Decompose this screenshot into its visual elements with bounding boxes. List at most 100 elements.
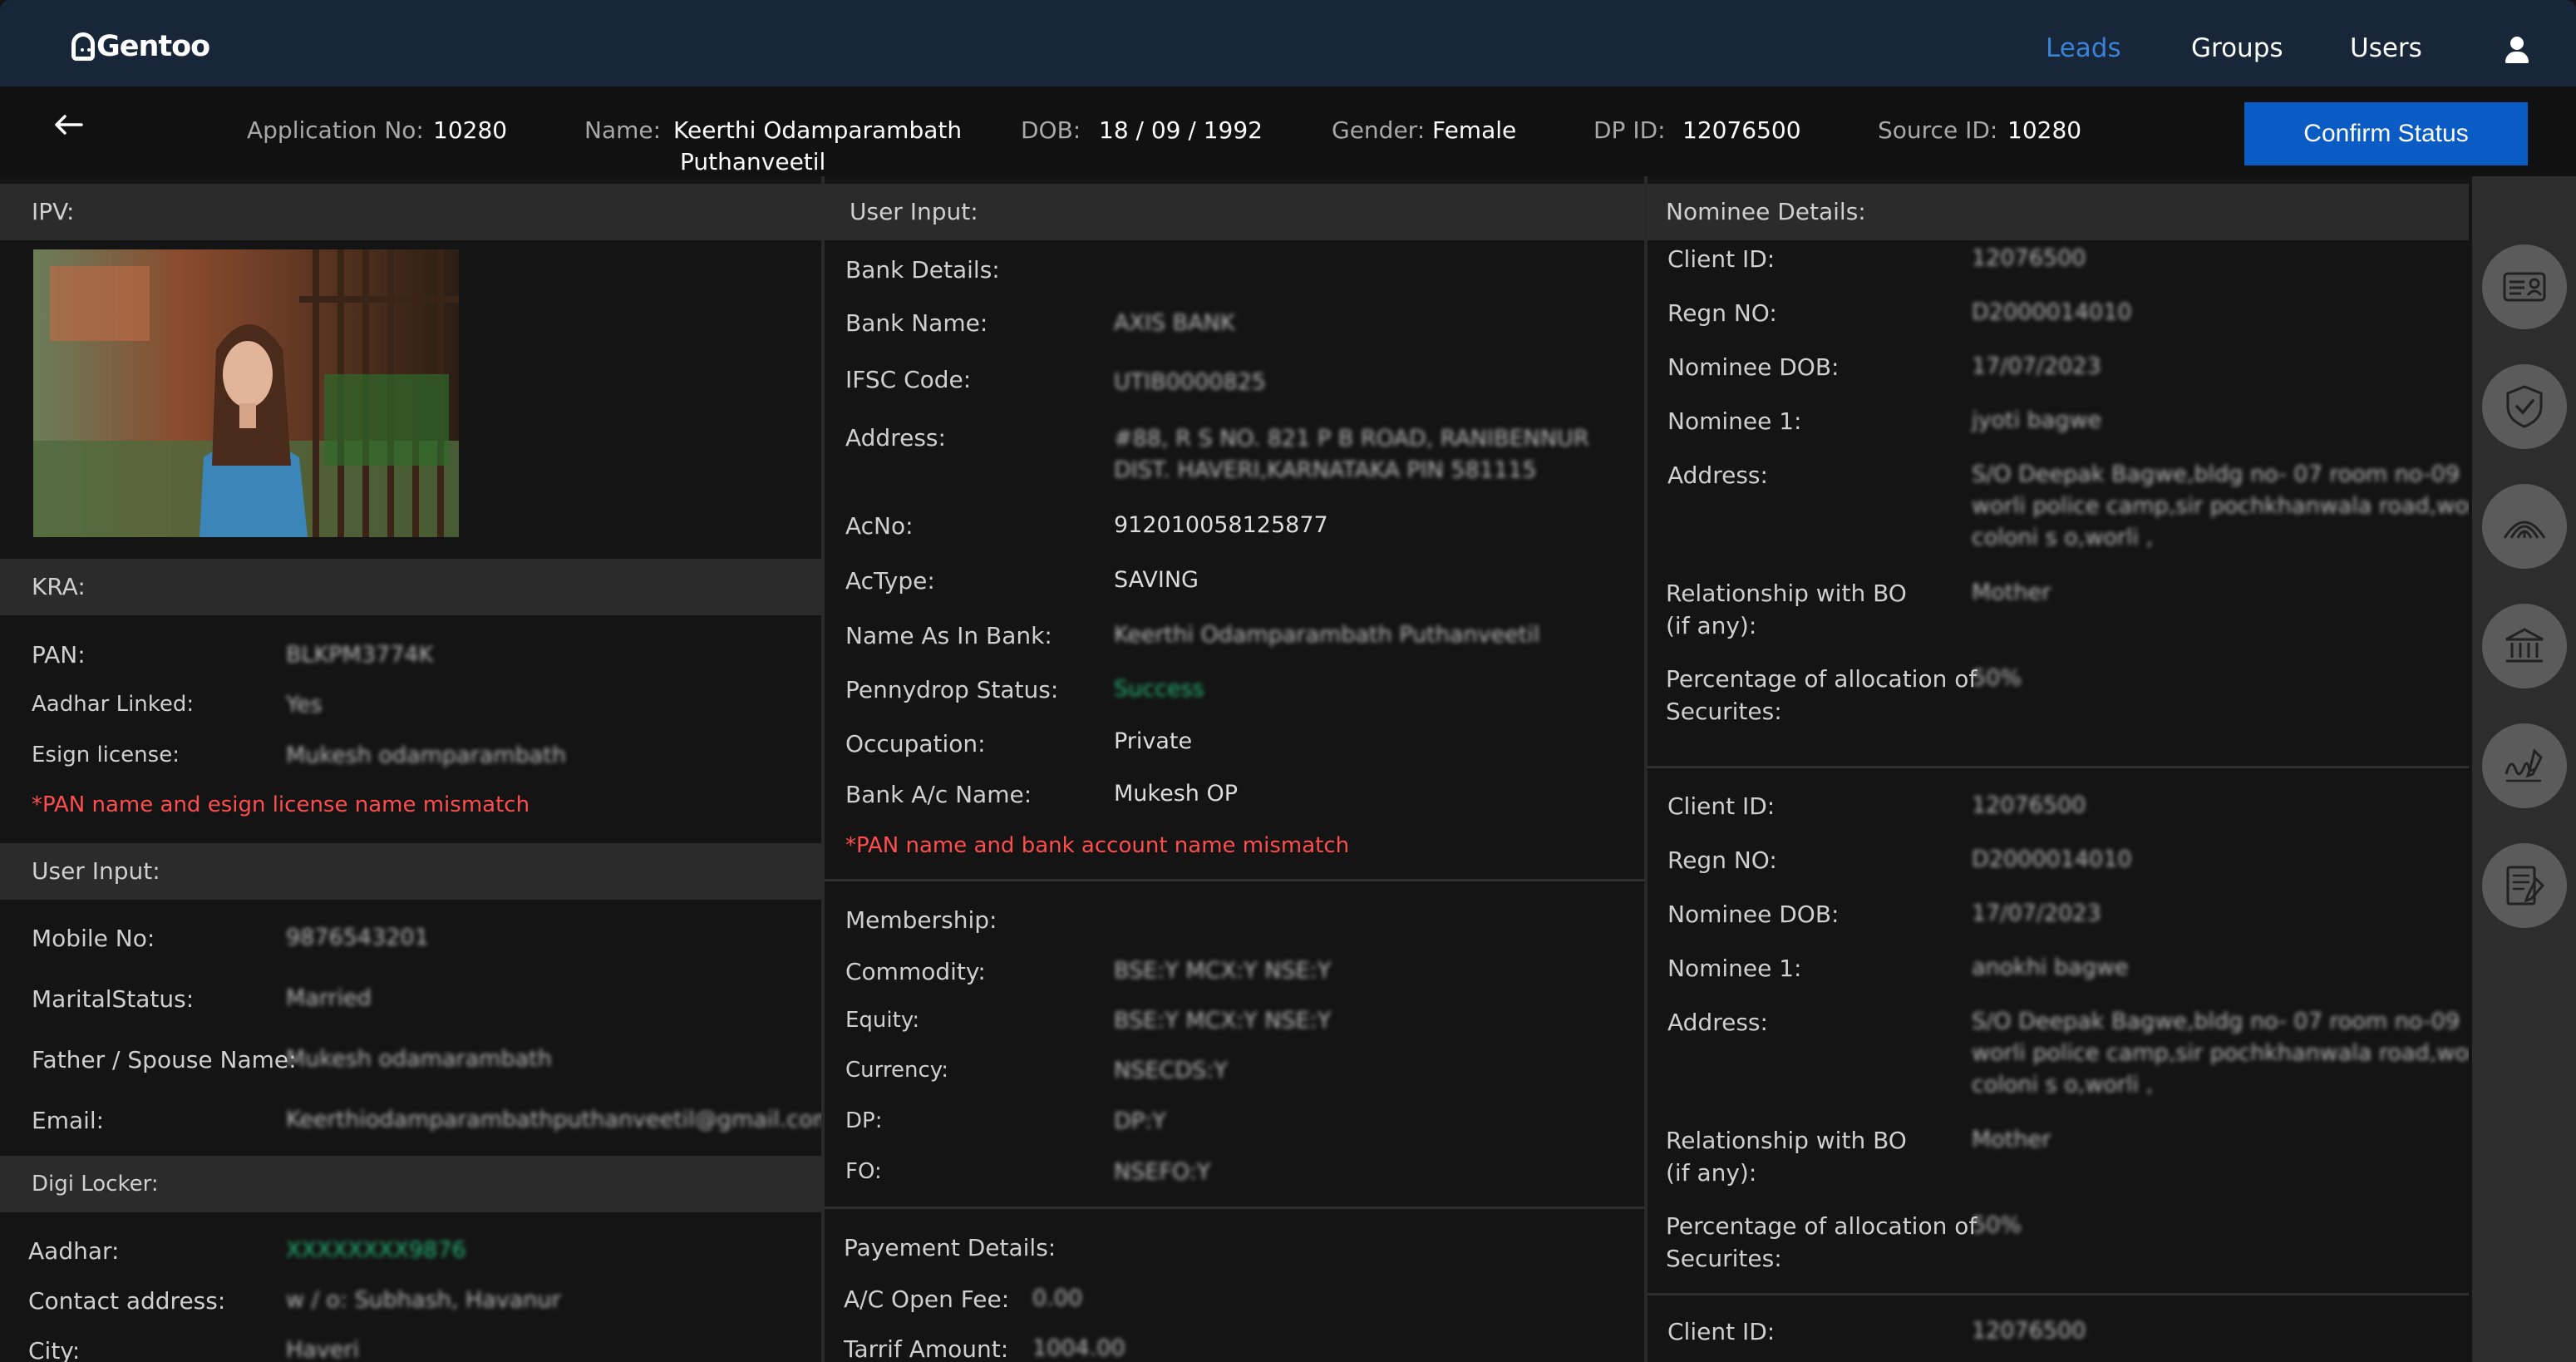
acno-value: 912010058125877 bbox=[1114, 512, 1328, 538]
gender-label: Gender: bbox=[1332, 116, 1426, 144]
rail-bank-button[interactable] bbox=[2482, 604, 2567, 688]
city-label: City: bbox=[28, 1337, 81, 1362]
ipv-section-title: IPV: bbox=[0, 184, 821, 240]
nominee3-client-id-value: 12076500 bbox=[1972, 1318, 2086, 1344]
bank-address-value-line2: DIST. HAVERI,KARNATAKA PIN 581115 bbox=[1114, 457, 1537, 483]
nominee1-name-label: Nominee 1: bbox=[1667, 407, 1802, 435]
nominee1-regn-label: Regn NO: bbox=[1667, 299, 1777, 327]
pennydrop-label: Pennydrop Status: bbox=[845, 676, 1059, 703]
father-spouse-value: Mukesh odamarambath bbox=[286, 1046, 552, 1072]
contact-address-value: w / o: Subhash, Havanur bbox=[286, 1287, 561, 1313]
nominee1-address-line3: coloni s o,worli , bbox=[1972, 525, 2154, 550]
membership-title: Membership: bbox=[845, 906, 997, 934]
id-card-icon bbox=[2503, 272, 2546, 302]
signature-icon bbox=[2505, 748, 2543, 782]
nominee1-dob-value: 17/07/2023 bbox=[1972, 353, 2101, 379]
back-arrow-icon[interactable] bbox=[52, 108, 85, 141]
actype-value: SAVING bbox=[1114, 567, 1199, 593]
dob-label: DOB: bbox=[1021, 116, 1081, 144]
user-input-title: User Input: bbox=[825, 184, 1644, 240]
kra-esign-label: Esign license: bbox=[32, 743, 180, 767]
nominee2-name-label: Nominee 1: bbox=[1667, 955, 1802, 982]
user-input-section-title: User Input: bbox=[0, 843, 821, 900]
ipv-photo-image bbox=[33, 249, 459, 537]
document-sign-icon bbox=[2506, 866, 2545, 906]
dob-value: 18 / 09 / 1992 bbox=[1099, 116, 1263, 144]
fo-value: NSEFO:Y bbox=[1114, 1159, 1211, 1185]
aadhar-label: Aadhar: bbox=[28, 1237, 120, 1265]
nominee-details-title: Nominee Details: bbox=[1648, 184, 2469, 240]
bank-address-value-line1: #88, R S NO. 821 P B ROAD, RANIBENNUR bbox=[1114, 426, 1589, 452]
name-in-bank-label: Name As In Bank: bbox=[845, 622, 1052, 649]
nominee2-relationship-value: Mother bbox=[1972, 1127, 2051, 1152]
actype-label: AcType: bbox=[845, 567, 935, 595]
kra-section-title: KRA: bbox=[0, 559, 821, 615]
occupation-value: Private bbox=[1114, 728, 1193, 754]
ac-open-fee-value: 0.00 bbox=[1032, 1286, 1083, 1311]
nominee1-address-line2: worli police camp,sir pochkhanwala road,… bbox=[1972, 493, 2469, 519]
rail-document-button[interactable] bbox=[2482, 843, 2567, 928]
ac-open-fee-label: A/C Open Fee: bbox=[844, 1286, 1010, 1313]
marital-status-label: MaritalStatus: bbox=[32, 985, 195, 1013]
section-divider bbox=[825, 879, 1644, 881]
nominee1-client-id-value: 12076500 bbox=[1972, 245, 2086, 271]
brand-logo[interactable]: Gentoo bbox=[71, 30, 210, 63]
nominee1-relationship-label: Relationship with BO bbox=[1666, 580, 1907, 607]
name-value-line2: Puthanveetil bbox=[680, 148, 826, 175]
nominee1-regn-value: D2000014010 bbox=[1972, 299, 2132, 325]
nominee2-percentage-label-2: Securites: bbox=[1666, 1245, 1782, 1272]
kra-pan-label: PAN: bbox=[32, 641, 86, 669]
kra-aadhar-linked-label: Aadhar Linked: bbox=[32, 692, 195, 717]
ifsc-value: UTIB0000825 bbox=[1114, 369, 1266, 395]
nav-users[interactable]: Users bbox=[2350, 33, 2422, 63]
acno-label: AcNo: bbox=[845, 512, 914, 540]
column-nominee: Nominee Details: Client ID: 12076500 Reg… bbox=[1648, 176, 2469, 1362]
confirm-status-button[interactable]: Confirm Status bbox=[2244, 102, 2528, 165]
name-value-line1: Keerthi Odamparambath bbox=[673, 116, 963, 144]
shield-check-icon bbox=[2506, 385, 2543, 428]
nav-leads[interactable]: Leads bbox=[2046, 33, 2121, 63]
digi-locker-section-title: Digi Locker: bbox=[0, 1156, 821, 1212]
email-value: Keerthiodamparambathputhanveetil@gmail.c… bbox=[286, 1107, 821, 1133]
nominee1-relationship-value: Mother bbox=[1972, 580, 2051, 605]
ifsc-label: IFSC Code: bbox=[845, 366, 972, 393]
nominee2-address-line3: coloni s o,worli , bbox=[1972, 1072, 2154, 1098]
occupation-label: Occupation: bbox=[845, 730, 986, 757]
dp-value: DP:Y bbox=[1114, 1108, 1166, 1134]
dpid-value: 12076500 bbox=[1682, 116, 1801, 144]
currency-value: NSECDS:Y bbox=[1114, 1058, 1228, 1083]
kra-pan-value: BLKPM3774K bbox=[286, 642, 434, 668]
fo-label: FO: bbox=[845, 1159, 882, 1184]
nominee2-dob-label: Nominee DOB: bbox=[1667, 901, 1840, 928]
nominee-divider bbox=[1648, 1293, 2469, 1295]
dp-label: DP: bbox=[845, 1108, 883, 1133]
contact-address-label: Contact address: bbox=[28, 1287, 226, 1315]
source-id-value: 10280 bbox=[2007, 116, 2082, 144]
user-profile-icon[interactable] bbox=[2505, 37, 2529, 63]
nominee2-percentage-label: Percentage of allocation of bbox=[1666, 1212, 1978, 1240]
penguin-icon bbox=[71, 32, 95, 61]
application-header: Application No: 10280 Name: Keerthi Odam… bbox=[0, 86, 2576, 176]
commodity-value: BSE:Y MCX:Y NSE:Y bbox=[1114, 958, 1332, 984]
payment-details-title: Payement Details: bbox=[844, 1234, 1057, 1261]
name-in-bank-value: Keerthi Odamparambath Puthanveetil bbox=[1114, 622, 1540, 648]
nominee3-client-id-label: Client ID: bbox=[1667, 1318, 1776, 1345]
nominee1-percentage-label-2: Securites: bbox=[1666, 698, 1782, 725]
nominee2-regn-value: D2000014010 bbox=[1972, 846, 2132, 872]
nav-groups[interactable]: Groups bbox=[2191, 33, 2283, 63]
nominee2-relationship-label: Relationship with BO bbox=[1666, 1127, 1907, 1154]
nominee2-relationship-label-2: (if any): bbox=[1666, 1159, 1757, 1187]
bank-ac-name-value: Mukesh OP bbox=[1114, 781, 1238, 807]
bank-mismatch-error: *PAN name and bank account name mismatch bbox=[845, 833, 1350, 858]
ipv-photo bbox=[33, 249, 459, 537]
nominee1-name-value: jyoti bagwe bbox=[1972, 407, 2102, 433]
brand-name: Gentoo bbox=[96, 30, 210, 63]
source-id-label: Source ID: bbox=[1878, 116, 1998, 144]
rail-signature-button[interactable] bbox=[2482, 723, 2567, 808]
rail-fingerprint-button[interactable] bbox=[2482, 484, 2567, 569]
rail-id-card-button[interactable] bbox=[2482, 244, 2567, 329]
currency-label: Currency: bbox=[845, 1058, 949, 1083]
nominee2-dob-value: 17/07/2023 bbox=[1972, 901, 2101, 926]
nominee1-client-id-label: Client ID: bbox=[1667, 245, 1776, 273]
rail-shield-button[interactable] bbox=[2482, 364, 2567, 449]
